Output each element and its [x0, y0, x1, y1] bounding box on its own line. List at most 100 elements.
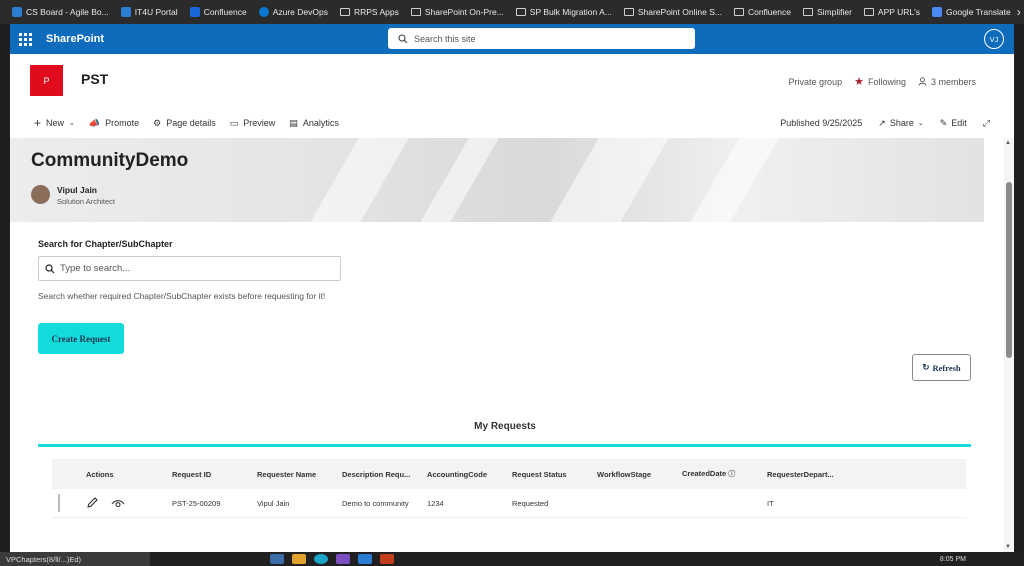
- folder-icon: [339, 8, 350, 16]
- app-name[interactable]: SharePoint: [46, 33, 104, 45]
- bookmark-google-translate[interactable]: Google Translate: [926, 0, 1017, 24]
- column-header[interactable]: RequesterDepart...: [761, 470, 851, 479]
- published-status: Published 9/25/2025: [780, 118, 863, 128]
- taskbar-app-icon[interactable]: [336, 554, 350, 564]
- bookmark-simplifier[interactable]: Simplifier: [797, 0, 858, 24]
- folder-icon: [623, 8, 634, 16]
- star-icon: ★: [854, 76, 864, 88]
- chevron-right-icon[interactable]: ›: [1017, 5, 1024, 19]
- preview-button[interactable]: ▭ Preview: [230, 118, 276, 129]
- refresh-icon: ↻: [922, 362, 930, 372]
- members-button[interactable]: 3 members: [918, 77, 976, 87]
- analytics-button[interactable]: ▤ Analytics: [289, 118, 339, 129]
- page-icon: [120, 7, 131, 17]
- bookmark-cs-board[interactable]: CS Board - Agile Bo...: [6, 0, 115, 24]
- search-icon: [45, 263, 55, 273]
- site-logo[interactable]: P: [30, 65, 63, 96]
- preview-icon: ▭: [229, 117, 239, 128]
- folder-icon: [802, 8, 813, 16]
- column-header[interactable]: Request ID: [166, 470, 251, 479]
- privacy-label: Private group: [788, 76, 843, 87]
- eye-icon[interactable]: [111, 499, 125, 509]
- taskbar-app-icon[interactable]: [270, 554, 284, 564]
- folder-icon: [863, 8, 874, 16]
- folder-icon: [515, 8, 526, 16]
- bookmarks-bar: CS Board - Agile Bo... IT4U Portal Confl…: [0, 0, 1024, 24]
- bookmark-app-urls[interactable]: APP URL's: [858, 0, 926, 24]
- column-header[interactable]: WorkflowStage: [591, 470, 676, 479]
- share-button[interactable]: ↗ Share ⌄: [878, 118, 923, 129]
- bookmark-confluence-folder[interactable]: Confluence: [728, 0, 797, 24]
- user-avatar[interactable]: VJ: [984, 29, 1004, 49]
- column-header[interactable]: Description Requ...: [336, 470, 421, 479]
- description-cell: Demo to community: [342, 498, 409, 508]
- refresh-button[interactable]: ↻ Refresh: [912, 354, 971, 381]
- jira-icon: [12, 7, 22, 17]
- search-icon: [398, 33, 408, 43]
- site-name[interactable]: PST: [81, 71, 108, 87]
- title-banner: CommunityDemo Vipul Jain Solution Archit…: [10, 138, 984, 222]
- author-avatar[interactable]: [31, 185, 50, 204]
- browser-icon[interactable]: [314, 554, 328, 564]
- chapter-search-input[interactable]: [60, 263, 320, 274]
- bookmark-confluence[interactable]: Confluence: [184, 0, 253, 24]
- chevron-down-icon: ⌄: [69, 120, 75, 127]
- following-button[interactable]: ★ Following: [854, 75, 906, 88]
- command-bar: + New ⌄ 📣 Promote ⚙ Page details ▭ Preview ▤ A…: [10, 110, 1014, 136]
- taskbar-app-icon[interactable]: [358, 554, 372, 564]
- clock[interactable]: 8:05 PM: [940, 556, 1024, 563]
- chapter-search-field[interactable]: [38, 256, 341, 281]
- folder-icon[interactable]: [292, 554, 306, 564]
- taskbar-app-icon[interactable]: [380, 554, 394, 564]
- request-id-cell: PST-25-00209: [172, 498, 221, 508]
- pencil-icon[interactable]: [86, 496, 99, 509]
- column-header[interactable]: Actions: [80, 470, 166, 479]
- author-role: Solution Architect: [57, 197, 115, 206]
- bookmark-sharepoint-online[interactable]: SharePoint Online S...: [618, 0, 728, 24]
- site-search-placeholder: Search this site: [414, 33, 476, 44]
- requester-cell: Vipul Jain: [257, 498, 290, 508]
- site-search-box[interactable]: Search this site: [388, 28, 695, 49]
- plus-icon: +: [34, 116, 42, 130]
- following-label: Following: [867, 76, 906, 87]
- google-translate-icon: [932, 7, 943, 17]
- app-launcher-icon[interactable]: [10, 24, 40, 54]
- megaphone-icon: 📣: [88, 117, 101, 128]
- info-icon: ⓘ: [728, 471, 736, 478]
- bookmark-sp-bulk-migration[interactable]: SP Bulk Migration A...: [510, 0, 618, 24]
- column-header[interactable]: CreatedDate ⓘ: [676, 469, 761, 479]
- confluence-icon: [189, 7, 200, 17]
- azure-devops-icon: [258, 7, 269, 17]
- author-name[interactable]: Vipul Jain: [57, 185, 97, 195]
- taskbar-window-tab[interactable]: VPChapters(8/ll/...)Ed): [0, 552, 150, 566]
- new-button[interactable]: + New ⌄: [34, 116, 75, 130]
- bookmark-rrps-apps[interactable]: RRPS Apps: [334, 0, 405, 24]
- scroll-up-icon[interactable]: ▲: [1005, 140, 1011, 146]
- promote-button[interactable]: 📣 Promote: [89, 118, 139, 129]
- command-bar-right: Published 9/25/2025 ↗ Share ⌄ ✎ Edit ⤢: [780, 110, 990, 136]
- site-meta: Private group ★ Following 3 members: [789, 75, 976, 88]
- expand-icon[interactable]: ⤢: [983, 118, 990, 129]
- share-icon: ↗: [878, 117, 886, 128]
- site-header: P PST Private group ★ Following 3 member…: [10, 54, 1014, 106]
- edit-button[interactable]: ✎ Edit: [940, 118, 967, 129]
- requests-table: Actions Request ID Requester Name Descri…: [52, 459, 966, 518]
- pencil-icon: ✎: [939, 117, 948, 128]
- create-request-button[interactable]: Create Request: [38, 323, 124, 354]
- suite-bar: SharePoint Search this site VJ: [10, 24, 1014, 54]
- page-canvas: P PST Private group ★ Following 3 member…: [10, 54, 1014, 552]
- column-header[interactable]: AccountingCode: [421, 470, 506, 479]
- bookmark-sharepoint-onprem[interactable]: SharePoint On-Pre...: [405, 0, 510, 24]
- bookmark-it4u-portal[interactable]: IT4U Portal: [115, 0, 184, 24]
- scrollbar-thumb[interactable]: [1006, 182, 1012, 358]
- row-selector[interactable]: [58, 494, 60, 512]
- table-row[interactable]: PST-25-00209 Vipul Jain Demo to communit…: [52, 489, 966, 518]
- folder-icon: [410, 8, 421, 16]
- vertical-scrollbar[interactable]: ▲ ▼: [1004, 138, 1014, 552]
- scroll-down-icon[interactable]: ▼: [1005, 544, 1011, 550]
- search-help-text: Search whether required Chapter/SubChapt…: [38, 291, 326, 301]
- column-header[interactable]: Requester Name: [251, 470, 336, 479]
- bookmark-azure-devops[interactable]: Azure DevOps: [253, 0, 334, 24]
- page-details-button[interactable]: ⚙ Page details: [153, 118, 216, 129]
- column-header[interactable]: Request Status: [506, 470, 591, 479]
